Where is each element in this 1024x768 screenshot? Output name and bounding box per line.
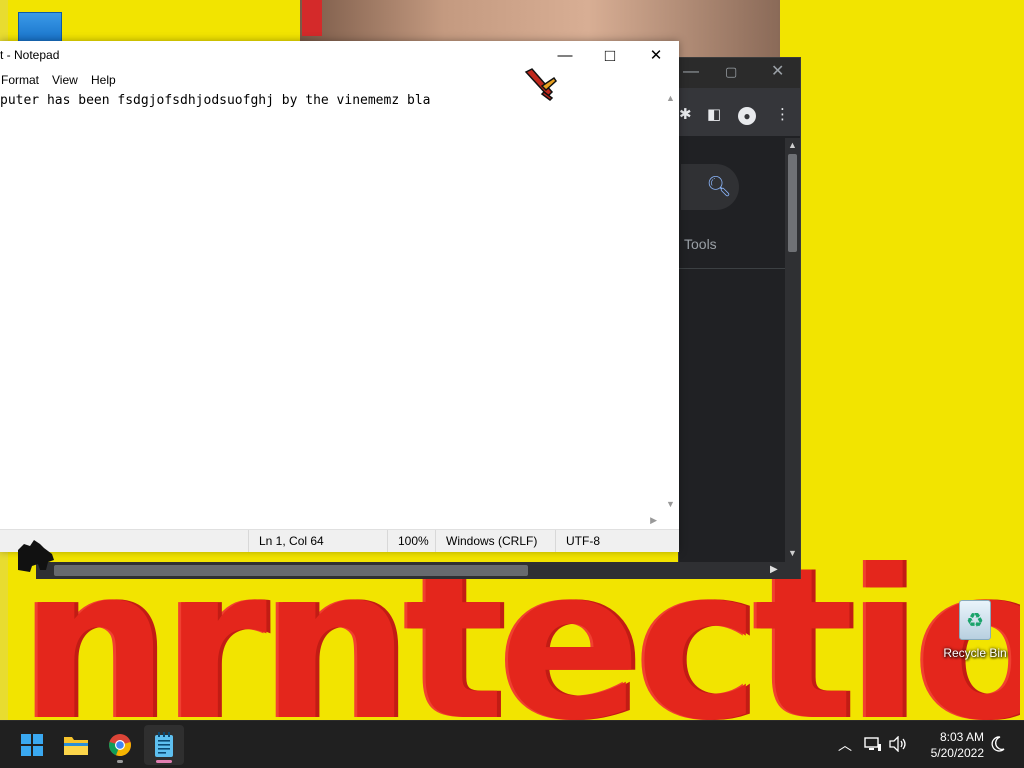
scroll-up-icon[interactable]: ▲ xyxy=(666,93,675,103)
horizontal-scroll-thumb[interactable] xyxy=(54,565,528,576)
windows-icon xyxy=(21,734,43,756)
window-title: t - Notepad xyxy=(0,48,60,62)
profile-icon[interactable]: ● xyxy=(738,107,756,125)
scroll-down-icon[interactable]: ▼ xyxy=(788,548,797,558)
cursor-position: Ln 1, Col 64 xyxy=(248,530,388,552)
wallpaper-word: nrntectionn xyxy=(20,560,1020,720)
text-editor[interactable]: puter has been fsdgjofsdhjodsuofghj by t… xyxy=(0,93,660,515)
notepad-window[interactable]: t - Notepad — □ ✕ Format View Help puter… xyxy=(0,41,679,552)
chrome-icon xyxy=(109,734,131,757)
chrome-minimize-button[interactable]: — xyxy=(683,63,699,81)
encoding: UTF-8 xyxy=(555,530,666,552)
network-icon[interactable] xyxy=(864,736,882,752)
running-indicator xyxy=(117,760,123,763)
chrome-window[interactable]: — ▢ ✕ ✱ ◧ ● ⋮ 🔍︎ Tools ▲ ▼ xyxy=(678,57,801,579)
recycle-bin-icon[interactable]: ♻ Recycle Bin xyxy=(940,600,1010,666)
close-button[interactable]: ✕ xyxy=(633,41,679,71)
desktop-icon[interactable] xyxy=(18,12,62,44)
divider xyxy=(679,268,785,269)
start-button[interactable] xyxy=(12,725,52,765)
chrome-titlebar[interactable]: — ▢ ✕ xyxy=(679,58,800,88)
sword-cursor-icon xyxy=(524,68,557,101)
system-clock[interactable]: 8:03 AM 5/20/2022 xyxy=(912,729,984,761)
menu-view[interactable]: View xyxy=(52,73,78,87)
focus-moon-icon[interactable] xyxy=(990,735,1006,753)
scroll-down-icon[interactable]: ▼ xyxy=(666,499,675,509)
active-indicator xyxy=(156,760,172,763)
chevron-up-icon[interactable]: ︿ xyxy=(838,735,852,755)
zoom-level: 100% xyxy=(387,530,436,552)
taskbar-chrome[interactable] xyxy=(100,725,140,765)
scroll-up-icon[interactable]: ▲ xyxy=(788,140,797,150)
menu-bar: Format View Help xyxy=(0,71,679,91)
menu-kebab-icon[interactable]: ⋮ xyxy=(775,106,790,124)
scroll-thumb[interactable] xyxy=(788,154,797,252)
extensions-icon[interactable]: ✱ xyxy=(679,106,692,124)
clock-time: 8:03 AM xyxy=(939,730,984,744)
scroll-right-icon[interactable]: ▶ xyxy=(650,515,657,526)
taskbar-notepad[interactable] xyxy=(144,725,184,765)
wallpaper-red-mark xyxy=(302,0,322,36)
recycle-bin-label: Recycle Bin xyxy=(943,646,1007,660)
notepad-icon xyxy=(155,732,173,757)
chrome-close-button[interactable]: ✕ xyxy=(771,63,784,81)
hand-cursor-icon xyxy=(18,540,54,572)
notepad-titlebar[interactable]: t - Notepad — □ ✕ xyxy=(0,41,679,71)
maximize-button[interactable]: □ xyxy=(587,41,633,71)
notepad-vertical-scrollbar[interactable]: ▲ ▼ xyxy=(663,91,679,515)
menu-format[interactable]: Format xyxy=(1,73,39,87)
menu-help[interactable]: Help xyxy=(91,73,116,87)
search-button[interactable]: 🔍︎ xyxy=(681,164,739,210)
chrome-maximize-button[interactable]: ▢ xyxy=(725,63,737,81)
horizontal-scrollbar[interactable]: ▶ xyxy=(36,562,800,579)
folder-icon xyxy=(64,737,88,755)
tools-link[interactable]: Tools xyxy=(684,236,717,252)
clock-date: 5/20/2022 xyxy=(930,746,984,760)
taskbar: ︿ 8:03 AM 5/20/2022 xyxy=(0,720,1024,768)
status-bar: Ln 1, Col 64 100% Windows (CRLF) UTF-8 xyxy=(0,529,679,552)
scroll-right-icon[interactable]: ▶ xyxy=(770,564,778,575)
taskbar-file-explorer[interactable] xyxy=(56,725,96,765)
side-panel-icon[interactable]: ◧ xyxy=(707,106,721,124)
chrome-vertical-scrollbar[interactable]: ▲ ▼ xyxy=(785,138,800,563)
recycle-icon: ♻ xyxy=(959,600,991,640)
search-icon: 🔍︎ xyxy=(706,176,732,198)
line-ending: Windows (CRLF) xyxy=(435,530,546,552)
volume-icon[interactable] xyxy=(888,736,908,752)
notepad-horizontal-scrollbar[interactable]: ▶ xyxy=(0,515,663,529)
